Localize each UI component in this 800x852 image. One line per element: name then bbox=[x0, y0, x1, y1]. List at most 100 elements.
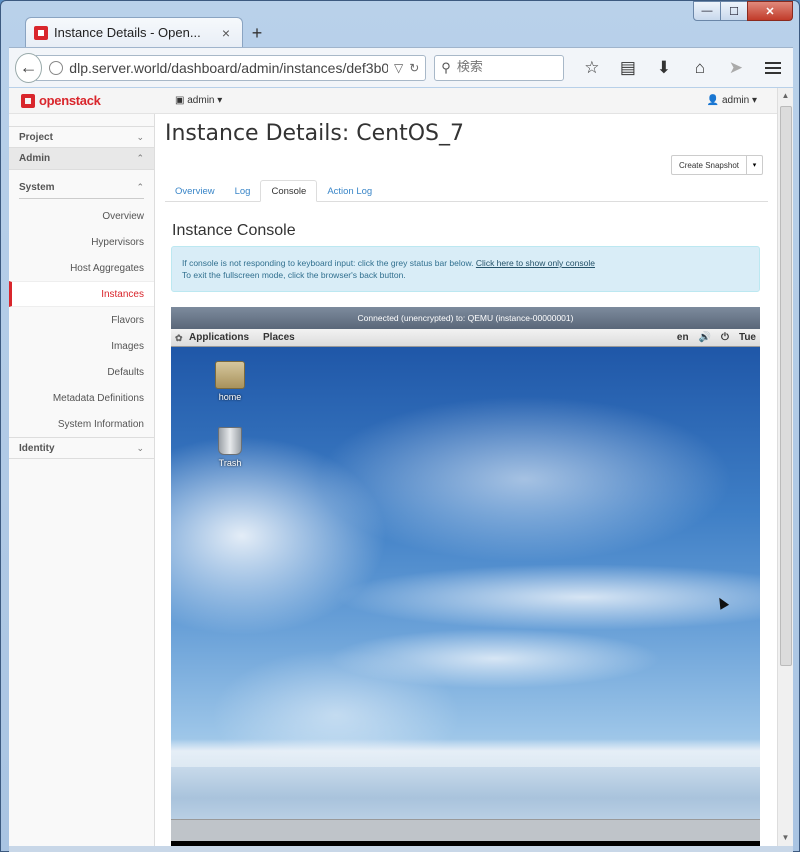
tab-overview[interactable]: Overview bbox=[165, 180, 225, 202]
tab-title: Instance Details - Open... bbox=[54, 25, 201, 40]
chevron-down-icon: ⌄ bbox=[136, 442, 144, 453]
vnc-console[interactable]: Connected (unencrypted) to: QEMU (instan… bbox=[171, 307, 760, 846]
user-dropdown[interactable]: 👤 admin ▾ bbox=[707, 95, 757, 106]
places-menu[interactable]: Places bbox=[263, 332, 295, 343]
sidebar-item-system-information[interactable]: System Information bbox=[9, 411, 154, 437]
sidebar-item-flavors[interactable]: Flavors bbox=[9, 307, 154, 333]
chevron-up-icon: ⌃ bbox=[136, 181, 144, 192]
sidebar-section-project[interactable]: Project ⌄ bbox=[9, 126, 154, 148]
show-only-console-link[interactable]: Click here to show only console bbox=[476, 258, 595, 268]
desktop-icon-label: home bbox=[218, 392, 242, 402]
section-title: Instance Console bbox=[172, 222, 296, 239]
back-button[interactable]: ← bbox=[15, 52, 43, 83]
sidebar-item-label: Flavors bbox=[111, 314, 144, 326]
snapshot-dropdown-caret-icon[interactable]: ▾ bbox=[747, 155, 763, 175]
sidebar-section-admin[interactable]: Admin ⌃ bbox=[9, 148, 154, 170]
page-title: Instance Details: CentOS_7 bbox=[165, 121, 464, 146]
sidebar-subsection-label: System bbox=[19, 181, 55, 193]
console-status-bar[interactable]: Connected (unencrypted) to: QEMU (instan… bbox=[171, 307, 760, 329]
gnome-top-panel: ✿ Applications Places en 🔊 ⏻ Tue bbox=[171, 329, 760, 347]
page-viewport: openstack ▣ admin ▾ 👤 admin ▾ Project ⌄ … bbox=[9, 88, 777, 846]
gnome-foot-icon: ✿ bbox=[175, 332, 183, 343]
sidebar-item-label: Defaults bbox=[107, 366, 144, 378]
home-icon[interactable]: ⌂ bbox=[682, 54, 718, 82]
sidebar-item-images[interactable]: Images bbox=[9, 333, 154, 359]
chevron-up-icon: ⌃ bbox=[136, 153, 144, 163]
volume-icon[interactable]: 🔊 bbox=[699, 332, 711, 343]
sidebar-item-defaults[interactable]: Defaults bbox=[9, 359, 154, 385]
bookmark-star-icon[interactable]: ☆ bbox=[574, 54, 610, 82]
tab-log[interactable]: Log bbox=[225, 180, 261, 202]
language-indicator[interactable]: en bbox=[677, 332, 689, 343]
tab-console[interactable]: Console bbox=[260, 180, 318, 202]
sidebar-item-label: Overview bbox=[102, 210, 144, 222]
main-content: Instance Details: CentOS_7 Create Snapsh… bbox=[155, 114, 777, 846]
folder-icon bbox=[215, 361, 245, 389]
sidebar-item-overview[interactable]: Overview bbox=[9, 203, 154, 229]
openstack-header: openstack ▣ admin ▾ 👤 admin ▾ bbox=[9, 88, 777, 114]
sidebar-item-label: Host Aggregates bbox=[70, 262, 144, 274]
desktop-wallpaper[interactable]: home Trash bbox=[171, 347, 760, 819]
scrollbar-thumb[interactable] bbox=[780, 106, 792, 666]
search-box[interactable]: ⚲ bbox=[434, 54, 564, 81]
openstack-logo-icon bbox=[21, 93, 35, 108]
vertical-scrollbar[interactable]: ▲ ▼ bbox=[777, 88, 793, 846]
info-text-line1: If console is not responding to keyboard… bbox=[182, 258, 474, 268]
tab-strip: Instance Details - Open... × + bbox=[9, 9, 679, 47]
sidebar-item-instances[interactable]: Instances bbox=[9, 281, 154, 307]
browser-tab[interactable]: Instance Details - Open... × bbox=[25, 17, 243, 47]
url-bar[interactable]: dlp.server.world/dashboard/admin/instanc… bbox=[36, 54, 427, 81]
divider bbox=[19, 198, 144, 199]
sidebar-section-identity[interactable]: Identity ⌄ bbox=[9, 437, 154, 459]
sidebar-item-label: Images bbox=[111, 340, 144, 352]
user-icon: 👤 bbox=[706, 95, 722, 106]
mountain-range bbox=[171, 739, 760, 769]
user-dropdown-label: admin ▾ bbox=[721, 95, 757, 106]
window-bottom-border bbox=[9, 846, 793, 852]
download-icon[interactable]: ⬇ bbox=[646, 54, 682, 82]
trash-icon bbox=[218, 427, 242, 455]
close-window-button[interactable]: ✕ bbox=[747, 1, 793, 21]
minimize-button[interactable]: — bbox=[693, 1, 721, 21]
clock-day[interactable]: Tue bbox=[739, 332, 756, 343]
reload-icon[interactable]: ↻ bbox=[409, 61, 419, 75]
toolbar-icons: ☆ ▤ ⬇ ⌂ ➤ bbox=[574, 54, 754, 82]
dropdown-arrow-icon[interactable]: ▽ bbox=[394, 61, 403, 75]
navigation-bar: ← dlp.server.world/dashboard/admin/insta… bbox=[9, 47, 793, 87]
scroll-down-icon[interactable]: ▼ bbox=[778, 830, 793, 846]
new-tab-button[interactable]: + bbox=[247, 23, 267, 44]
url-text[interactable]: dlp.server.world/dashboard/admin/instanc… bbox=[69, 60, 388, 76]
gnome-bottom-panel bbox=[171, 819, 760, 841]
back-arrow-icon: ← bbox=[19, 57, 38, 77]
console-info-alert: If console is not responding to keyboard… bbox=[171, 246, 760, 292]
create-snapshot-button[interactable]: Create Snapshot bbox=[670, 155, 747, 175]
reading-list-icon[interactable]: ▤ bbox=[610, 54, 646, 82]
snapshot-button-group: Create Snapshot ▾ bbox=[670, 155, 763, 175]
sidebar-section-label: Admin bbox=[19, 153, 51, 164]
openstack-logo[interactable]: openstack bbox=[21, 93, 101, 108]
sidebar: Project ⌄ Admin ⌃ System ⌃ Overview Hype… bbox=[9, 114, 155, 846]
applications-menu[interactable]: Applications bbox=[189, 332, 249, 343]
chevron-down-icon: ⌄ bbox=[136, 131, 144, 142]
desktop-icon-home[interactable]: home bbox=[205, 361, 255, 402]
sidebar-item-host-aggregates[interactable]: Host Aggregates bbox=[9, 255, 154, 281]
sidebar-item-metadata-definitions[interactable]: Metadata Definitions bbox=[9, 385, 154, 411]
sidebar-item-label: Instances bbox=[101, 288, 144, 300]
sidebar-section-label: Project bbox=[19, 131, 53, 143]
search-input[interactable] bbox=[456, 60, 557, 75]
project-dropdown[interactable]: ▣ admin ▾ bbox=[175, 95, 222, 106]
tab-action-log[interactable]: Action Log bbox=[317, 180, 382, 202]
sidebar-subsection-system[interactable]: System ⌃ bbox=[9, 176, 154, 198]
sidebar-item-hypervisors[interactable]: Hypervisors bbox=[9, 229, 154, 255]
sidebar-item-label: Hypervisors bbox=[91, 236, 144, 248]
browser-window: Instance Details - Open... × + — ☐ ✕ ← d… bbox=[0, 0, 800, 852]
send-icon[interactable]: ➤ bbox=[718, 54, 754, 82]
scroll-up-icon[interactable]: ▲ bbox=[778, 88, 793, 104]
power-icon[interactable]: ⏻ bbox=[721, 332, 729, 343]
tab-close-icon[interactable]: × bbox=[218, 25, 234, 41]
hamburger-menu-icon[interactable] bbox=[760, 54, 787, 82]
desktop-icon-label: Trash bbox=[218, 458, 242, 468]
maximize-button[interactable]: ☐ bbox=[720, 1, 748, 21]
desktop-icon-trash[interactable]: Trash bbox=[205, 427, 255, 468]
window-controls: — ☐ ✕ bbox=[693, 1, 793, 21]
